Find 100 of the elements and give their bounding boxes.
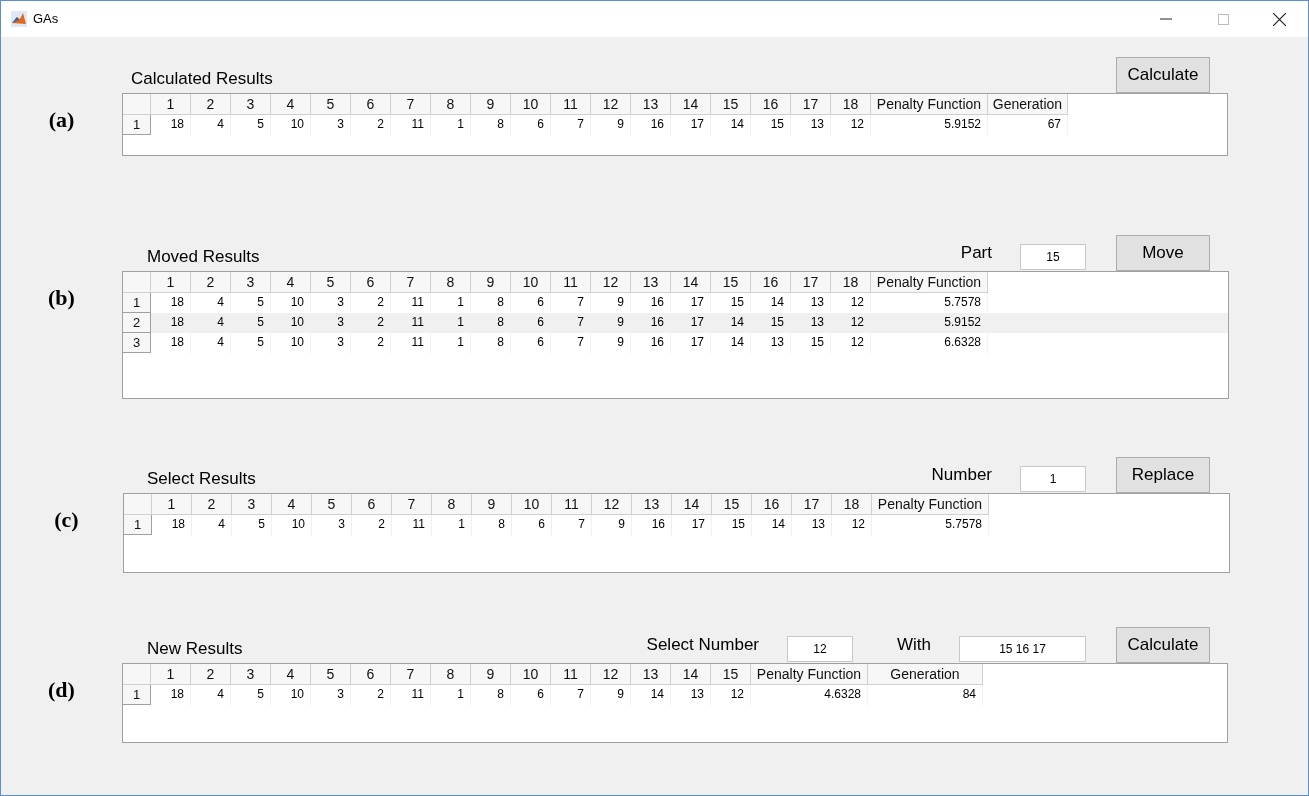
column-header[interactable]: 1 xyxy=(151,94,191,115)
column-header[interactable]: 13 xyxy=(631,94,671,115)
column-header[interactable]: Penalty Function xyxy=(751,664,868,685)
column-header[interactable]: 4 xyxy=(271,94,311,115)
table-cell: 11 xyxy=(391,685,431,705)
column-header[interactable]: 10 xyxy=(511,664,551,685)
column-header[interactable]: 17 xyxy=(791,94,831,115)
column-header[interactable]: 16 xyxy=(752,494,792,515)
column-header[interactable]: 12 xyxy=(591,94,631,115)
column-header[interactable]: 7 xyxy=(392,494,432,515)
column-header[interactable]: 11 xyxy=(552,494,592,515)
column-header[interactable]: 10 xyxy=(511,272,551,293)
column-header[interactable]: 9 xyxy=(471,94,511,115)
column-header[interactable]: 2 xyxy=(191,664,231,685)
column-header[interactable]: 10 xyxy=(511,94,551,115)
column-header[interactable]: 7 xyxy=(391,94,431,115)
maximize-icon[interactable] xyxy=(1218,13,1229,25)
column-header[interactable]: 8 xyxy=(431,94,471,115)
column-header[interactable]: 6 xyxy=(351,664,391,685)
input-field[interactable]: 15 16 17 xyxy=(959,636,1086,662)
column-header[interactable]: 11 xyxy=(551,664,591,685)
column-header[interactable]: 6 xyxy=(351,94,391,115)
column-header[interactable]: 3 xyxy=(232,494,272,515)
column-header[interactable]: 12 xyxy=(591,272,631,293)
column-header[interactable]: 11 xyxy=(551,94,591,115)
table-cell: 4 xyxy=(192,515,232,535)
push-button[interactable]: Calculate xyxy=(1116,627,1210,663)
column-header[interactable]: 18 xyxy=(832,494,872,515)
table-cell: 12 xyxy=(711,685,751,705)
row-header[interactable]: 1 xyxy=(124,515,152,535)
column-header[interactable]: 15 xyxy=(711,664,751,685)
close-icon[interactable] xyxy=(1273,12,1286,26)
column-header[interactable]: 3 xyxy=(231,664,271,685)
column-header[interactable]: 17 xyxy=(792,494,832,515)
column-header[interactable]: 1 xyxy=(151,272,191,293)
input-field[interactable]: 12 xyxy=(787,636,853,662)
column-header[interactable]: 13 xyxy=(631,664,671,685)
column-header[interactable]: 2 xyxy=(191,272,231,293)
column-header[interactable]: 17 xyxy=(791,272,831,293)
column-header[interactable]: 7 xyxy=(391,664,431,685)
column-header[interactable]: 9 xyxy=(471,664,511,685)
column-header[interactable]: 7 xyxy=(391,272,431,293)
table-cell: 9 xyxy=(591,115,631,135)
column-header[interactable]: 13 xyxy=(631,272,671,293)
column-header[interactable]: 8 xyxy=(431,664,471,685)
column-header[interactable]: 3 xyxy=(231,272,271,293)
column-header[interactable]: 1 xyxy=(151,664,191,685)
column-header[interactable]: 14 xyxy=(671,272,711,293)
column-header[interactable]: 4 xyxy=(272,494,312,515)
column-header[interactable]: Penalty Function xyxy=(871,272,988,293)
column-header[interactable]: 4 xyxy=(271,272,311,293)
push-button[interactable]: Move xyxy=(1116,235,1210,271)
column-header[interactable]: 2 xyxy=(191,94,231,115)
column-header[interactable]: 14 xyxy=(672,494,712,515)
column-header[interactable]: 10 xyxy=(512,494,552,515)
column-header[interactable]: 12 xyxy=(591,664,631,685)
table-cell: 18 xyxy=(151,685,191,705)
row-header[interactable]: 3 xyxy=(123,333,151,353)
column-header[interactable]: 12 xyxy=(592,494,632,515)
column-header[interactable]: 5 xyxy=(311,272,351,293)
column-header[interactable]: 5 xyxy=(311,664,351,685)
column-header[interactable]: 14 xyxy=(671,664,711,685)
column-header[interactable]: 6 xyxy=(352,494,392,515)
table-cell: 17 xyxy=(671,115,711,135)
column-header[interactable]: 2 xyxy=(192,494,232,515)
input-field[interactable]: 1 xyxy=(1020,466,1086,492)
row-header[interactable]: 1 xyxy=(123,293,151,313)
push-button[interactable]: Calculate xyxy=(1116,57,1210,93)
column-header[interactable]: 6 xyxy=(351,272,391,293)
row-header[interactable]: 2 xyxy=(123,313,151,333)
column-header[interactable]: 15 xyxy=(711,272,751,293)
column-header[interactable]: 5 xyxy=(312,494,352,515)
row-header[interactable]: 1 xyxy=(123,685,151,705)
row-header[interactable]: 1 xyxy=(123,115,151,135)
input-field[interactable]: 15 xyxy=(1020,244,1086,270)
column-header[interactable]: 15 xyxy=(711,94,751,115)
column-header[interactable]: 18 xyxy=(831,272,871,293)
column-header[interactable]: Generation xyxy=(988,94,1068,115)
column-header[interactable]: 4 xyxy=(271,664,311,685)
column-header[interactable]: 13 xyxy=(632,494,672,515)
column-header[interactable]: 9 xyxy=(472,494,512,515)
column-header[interactable]: 9 xyxy=(471,272,511,293)
column-header[interactable]: 11 xyxy=(551,272,591,293)
column-header[interactable]: Penalty Function xyxy=(872,494,989,515)
column-header[interactable]: 8 xyxy=(432,494,472,515)
field-label: With xyxy=(897,634,931,657)
column-header[interactable]: 8 xyxy=(431,272,471,293)
column-header[interactable]: 1 xyxy=(152,494,192,515)
column-header[interactable]: Penalty Function xyxy=(871,94,988,115)
push-button[interactable]: Replace xyxy=(1116,457,1210,493)
column-header[interactable]: 18 xyxy=(831,94,871,115)
column-header[interactable]: 16 xyxy=(751,272,791,293)
column-header[interactable]: 16 xyxy=(751,94,791,115)
table-cell: 16 xyxy=(631,333,671,353)
column-header[interactable]: 5 xyxy=(311,94,351,115)
table-cell: 4.6328 xyxy=(751,685,868,705)
column-header[interactable]: 15 xyxy=(712,494,752,515)
column-header[interactable]: Generation xyxy=(868,664,983,685)
column-header[interactable]: 14 xyxy=(671,94,711,115)
column-header[interactable]: 3 xyxy=(231,94,271,115)
